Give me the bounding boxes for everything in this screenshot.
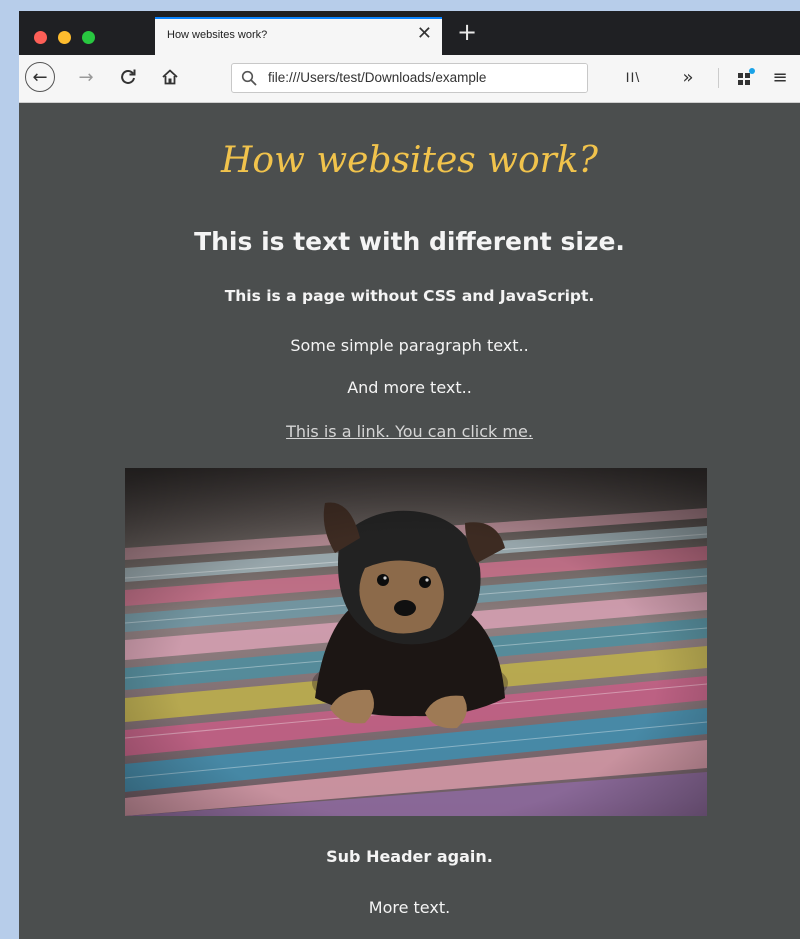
paragraph-more-text: More text. bbox=[368, 898, 451, 917]
hamburger-menu-icon: ≡ bbox=[772, 66, 788, 88]
page-content: How websites work? This is text with dif… bbox=[19, 103, 800, 939]
url-bar[interactable]: file:///Users/test/Downloads/example bbox=[231, 63, 588, 93]
library-button[interactable]: II\ bbox=[619, 64, 647, 90]
extension-icon bbox=[738, 68, 755, 85]
url-text: file:///Users/test/Downloads/example bbox=[268, 70, 487, 85]
paragraph-more: And more text.. bbox=[347, 378, 472, 397]
menu-button[interactable]: ≡ bbox=[767, 64, 793, 90]
navigation-toolbar: ← → file:///Users/test/Downloads/example bbox=[19, 55, 800, 103]
sub-header: Sub Header again. bbox=[326, 847, 493, 866]
extension-button[interactable] bbox=[733, 64, 759, 90]
double-chevron-right-icon: » bbox=[682, 66, 694, 88]
reload-icon bbox=[121, 69, 136, 84]
library-icon: II\ bbox=[625, 69, 641, 85]
puppy-photo bbox=[125, 468, 707, 816]
arrow-right-icon: → bbox=[78, 66, 94, 88]
clickable-link[interactable]: This is a link. You can click me. bbox=[19, 422, 800, 442]
page-title: How websites work? bbox=[221, 140, 598, 181]
subheading-no-css: This is a page without CSS and JavaScrip… bbox=[224, 287, 595, 305]
arrow-left-icon: ← bbox=[32, 66, 48, 88]
home-button[interactable] bbox=[157, 64, 183, 90]
home-icon bbox=[162, 69, 178, 85]
tab-close-icon[interactable]: ✕ bbox=[417, 25, 432, 43]
reload-button[interactable] bbox=[115, 64, 141, 90]
tab-how-websites-work[interactable]: How websites work? ✕ bbox=[155, 17, 442, 55]
minimize-window-button[interactable] bbox=[58, 31, 71, 44]
browser-window: How websites work? ✕ + ← → file:///Users… bbox=[19, 11, 800, 939]
zoom-window-button[interactable] bbox=[82, 31, 95, 44]
overflow-button[interactable]: » bbox=[675, 64, 701, 90]
back-button[interactable]: ← bbox=[25, 62, 55, 92]
close-window-button[interactable] bbox=[34, 31, 47, 44]
new-tab-button[interactable]: + bbox=[457, 20, 477, 44]
url-fade bbox=[557, 64, 587, 92]
toolbar-divider bbox=[718, 68, 719, 88]
forward-button[interactable]: → bbox=[73, 64, 99, 90]
search-icon bbox=[241, 70, 257, 86]
paragraph-simple: Some simple paragraph text.. bbox=[290, 336, 529, 355]
tab-title: How websites work? bbox=[167, 29, 268, 41]
heading-different-size: This is text with different size. bbox=[194, 227, 625, 256]
puppy-on-rug-image bbox=[125, 468, 707, 816]
tab-strip: How websites work? ✕ + bbox=[19, 11, 800, 55]
